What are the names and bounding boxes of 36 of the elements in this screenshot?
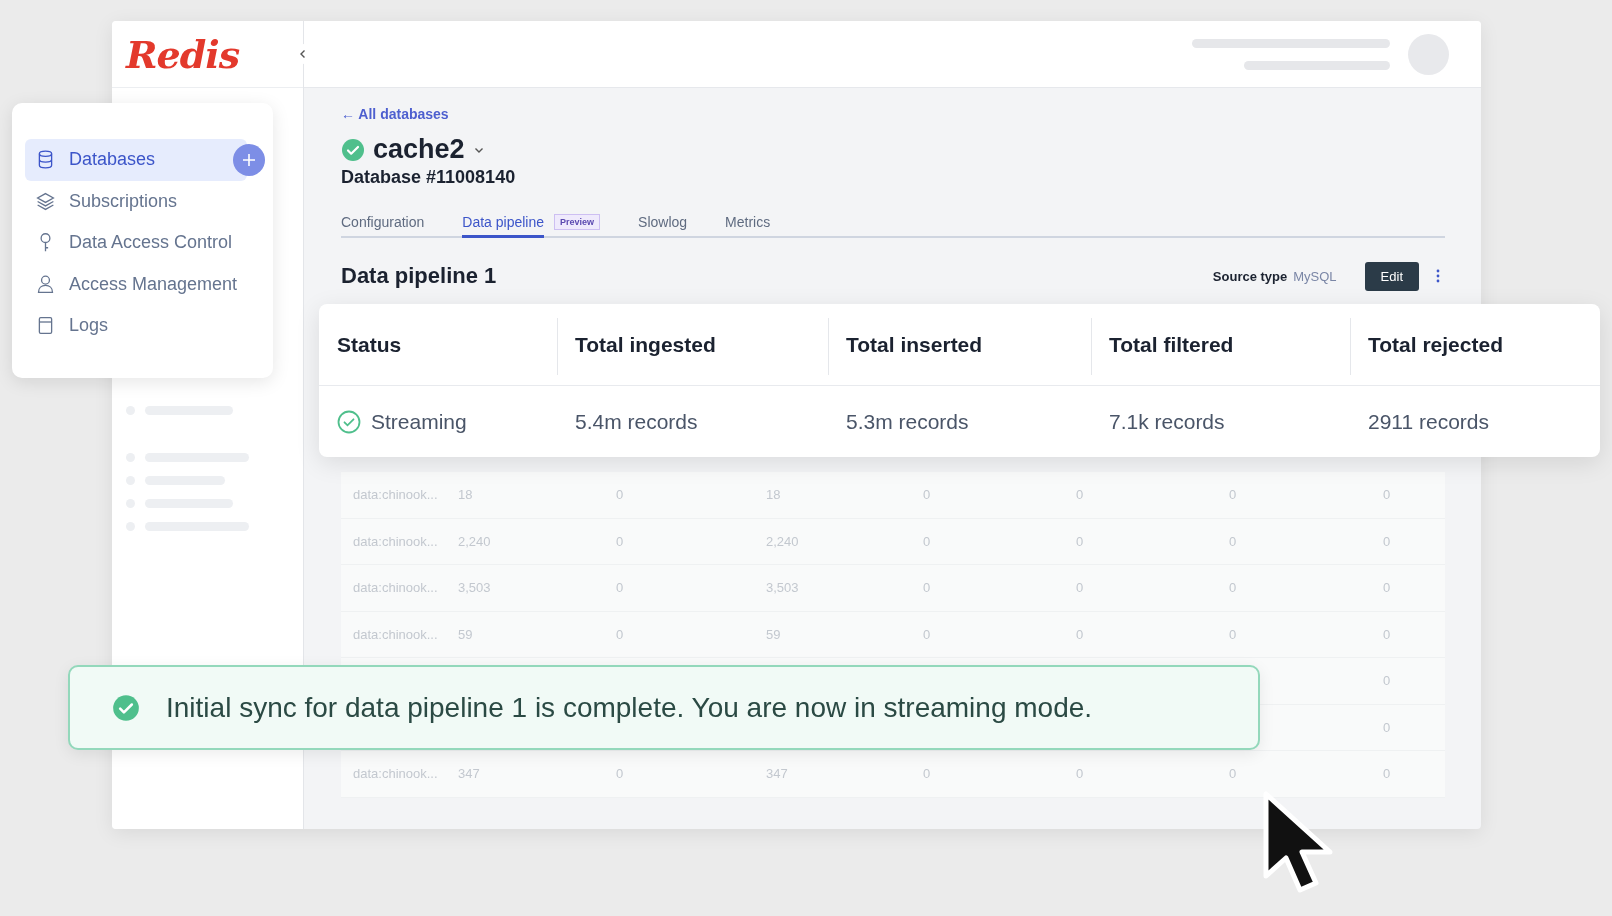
stat-value: 7.1k records <box>1109 409 1225 434</box>
edit-button[interactable]: Edit <box>1364 261 1419 291</box>
chevron-left-icon <box>298 49 308 59</box>
toast-message: Initial sync for data pipeline 1 is complete. You are now in streaming mode. <box>166 691 1093 724</box>
source-type-label: Source type <box>1212 268 1288 284</box>
stat-label: Status <box>337 332 402 357</box>
stat-value: Streaming <box>371 409 467 434</box>
tab[interactable]: Metrics <box>725 214 771 238</box>
stat-label: Total ingested <box>575 332 716 357</box>
database-id: Database #11008140 <box>341 167 516 188</box>
source-type-value: MySQL <box>1293 268 1337 284</box>
logo: Redis <box>126 31 240 77</box>
tab[interactable]: Slowlog <box>638 214 688 238</box>
success-icon <box>112 693 140 722</box>
sidebar-item[interactable]: Access Management <box>25 263 261 305</box>
database-name: cache2 <box>373 134 465 165</box>
sidebar-item[interactable]: Logs <box>25 305 261 347</box>
sidebar-item[interactable]: Databases <box>25 139 247 181</box>
tab[interactable]: Data pipeline <box>462 214 544 238</box>
pipeline-title: Data pipeline 1 <box>341 263 498 289</box>
back-link[interactable]: ← All databases <box>341 106 449 122</box>
stat-value: 5.4m records <box>575 409 698 434</box>
stat-label: Total inserted <box>846 332 983 357</box>
sidebar-item[interactable]: Subscriptions <box>25 180 261 222</box>
preview-badge: Preview <box>554 214 601 230</box>
stat-value: 2911 records <box>1368 409 1490 434</box>
add-button[interactable] <box>233 144 265 176</box>
stat-label: Total rejected <box>1368 332 1503 357</box>
sidebar-item[interactable]: Data Access Control <box>25 222 261 264</box>
stat-value: 5.3m records <box>846 409 969 434</box>
streaming-icon <box>337 409 361 434</box>
stat-label: Total filtered <box>1109 332 1234 357</box>
tab[interactable]: Configuration <box>341 214 425 238</box>
person-icon <box>35 273 56 295</box>
layers-icon <box>35 190 56 212</box>
plus-icon <box>241 152 257 168</box>
